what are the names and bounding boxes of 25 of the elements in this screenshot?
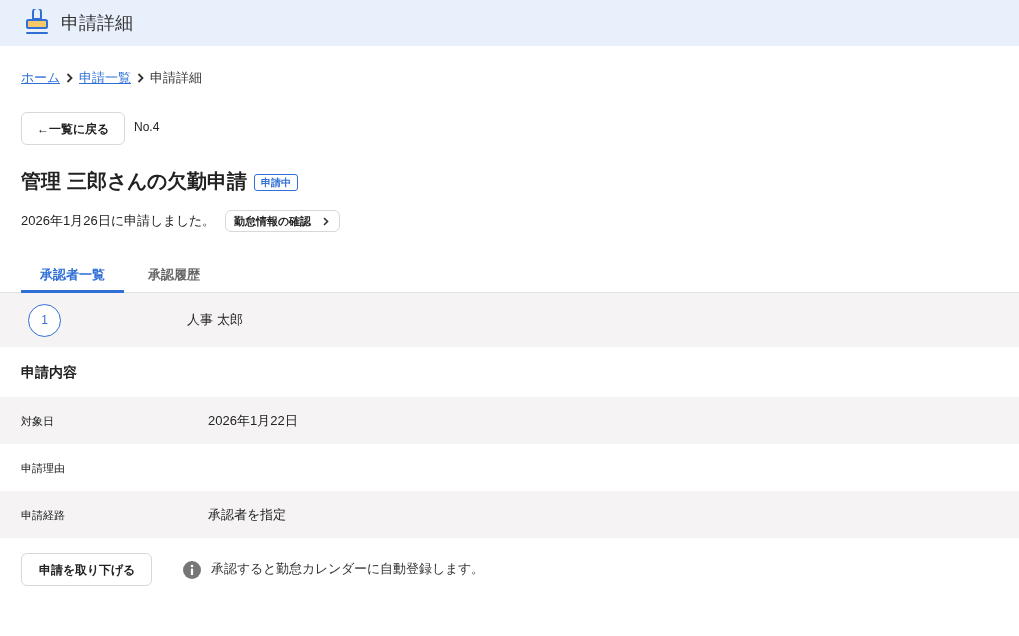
breadcrumb-link[interactable]: ホーム [21, 68, 60, 88]
submitted-date-text: 2026年1月26日に申請しました。 [21, 212, 215, 231]
breadcrumb-current: 申請詳細 [150, 69, 202, 88]
detail-value: 承認者を指定 [208, 505, 286, 524]
detail-label: 申請理由 [21, 461, 65, 477]
detail-value: 2026年1月22日 [208, 411, 298, 430]
approver-name: 人事 太郎 [187, 311, 243, 330]
tab[interactable]: 承認履歴 [129, 263, 219, 293]
chevron-right-icon [137, 73, 144, 83]
withdraw-button[interactable]: 申請を取り下げる [21, 553, 152, 586]
request-number: No.4 [134, 119, 160, 136]
info-icon [183, 560, 201, 579]
page-title: 申請詳細 [61, 11, 133, 35]
chevron-right-icon [66, 73, 73, 83]
request-title: 管理 三郎さんの欠勤申請 [21, 169, 247, 194]
back-button[interactable]: ←一覧に戻る [21, 112, 125, 145]
detail-label: 申請経路 [21, 508, 65, 524]
chevron-right-icon [322, 216, 329, 226]
status-badge: 申請中 [253, 174, 298, 191]
section-title: 申請内容 [21, 362, 77, 382]
breadcrumb-link[interactable]: 申請一覧 [79, 68, 131, 88]
detail-label: 対象日 [21, 414, 54, 430]
attendance-info-button[interactable]: 勤怠情報の確認 [224, 210, 340, 232]
notice-text: 承認すると勤怠カレンダーに自動登録します。 [211, 561, 484, 579]
stamp-icon [25, 9, 49, 37]
